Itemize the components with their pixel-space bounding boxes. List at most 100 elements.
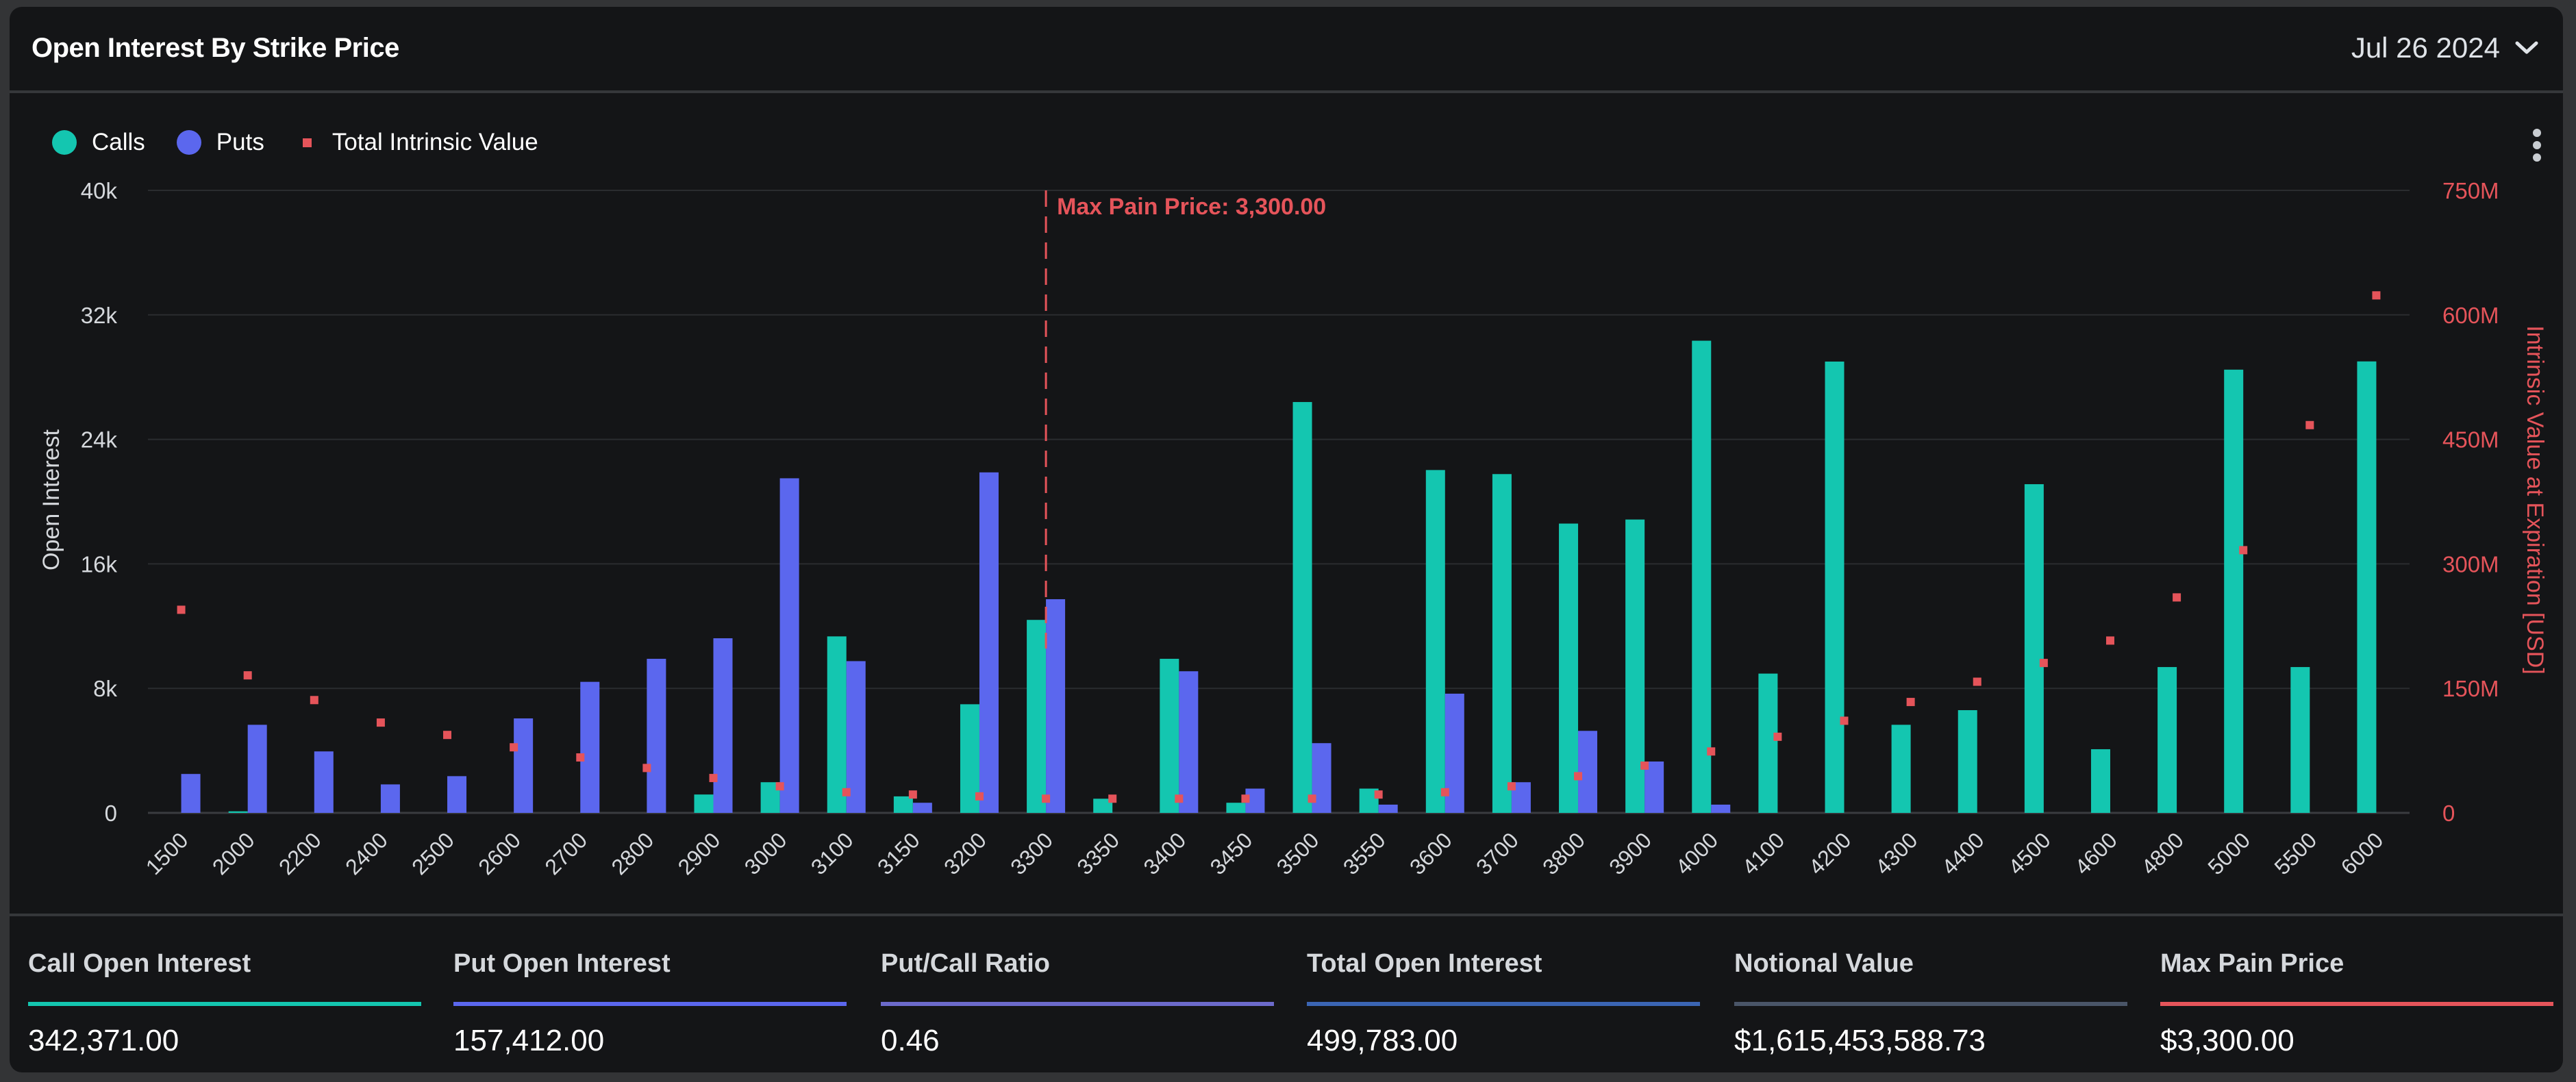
y-tick-label: 40k [81,178,118,203]
put-bar [247,725,267,813]
max-pain-annotation: Max Pain Price: 3,300.00 [1045,190,1326,649]
put-bar [713,638,733,813]
intrinsic-point [1175,794,1184,803]
intrinsic-point [2105,636,2114,645]
x-tick-label: 3500 [1272,827,1324,879]
call-bar [1958,710,1977,813]
call-bar [1226,803,1246,813]
x-tick-label: 3550 [1338,827,1390,879]
intrinsic-point [842,788,851,796]
y2-tick-label: 450M [2442,427,2499,453]
x-tick-label: 6000 [2336,827,2388,879]
intrinsic-point [2173,593,2181,602]
x-tick-label: 3350 [1072,827,1124,879]
stat-label: Put/Call Ratio [881,949,1051,978]
intrinsic-point [1574,772,1583,781]
stat-put-open-interest: Put Open Interest 157,412.00 [453,949,847,1058]
stat-value: 0.46 [881,1024,940,1057]
intrinsic-point [908,790,917,799]
x-tick-label: 4500 [2003,827,2055,879]
put-bar [1179,671,1199,813]
x-tick-label: 3100 [806,827,858,879]
put-bar [181,774,201,813]
x-tick-label: 2200 [274,827,326,879]
call-bar [1692,340,1712,813]
put-bar [1046,599,1066,813]
stat-label: Put Open Interest [453,949,671,978]
intrinsic-point [1042,794,1051,803]
stat-value: $3,300.00 [2160,1024,2294,1057]
x-tick-label: 2500 [407,827,459,879]
y2-axis-title: Intrinsic Value at Expiration [USD] [2522,325,2548,675]
intrinsic-point [775,782,784,791]
call-bar [228,811,248,813]
x-tick-label: 2900 [673,827,725,879]
intrinsic-point [1906,698,1915,707]
stat-put-call-ratio: Put/Call Ratio 0.46 [881,949,1274,1058]
call-bar [1027,620,1047,813]
call-bar [2224,369,2244,813]
stat-color-bar [1307,1002,1700,1006]
stat-color-bar [2160,1002,2553,1006]
x-tick-label: 3600 [1405,827,1457,879]
intrinsic-point [1640,762,1649,770]
x-tick-label: 2700 [540,827,592,879]
x-tick-label: 2400 [340,827,392,879]
call-bar [893,796,913,813]
call-bar [1425,470,1445,813]
call-bar [2090,749,2110,813]
intrinsic-point [510,743,518,752]
y2-tick-label: 0 [2442,801,2455,826]
x-tick-label: 4100 [1738,827,1790,879]
intrinsic-point [243,671,252,680]
intrinsic-point [1773,732,1782,741]
call-bar [1825,361,1845,813]
intrinsic-point [2372,291,2381,300]
call-bar [2158,667,2177,813]
call-bar [1758,673,1778,813]
y-tick-label: 32k [81,303,118,328]
call-bar [2357,361,2377,813]
x-tick-label: 1500 [141,827,193,879]
x-tick-label: 3400 [1138,827,1190,879]
intrinsic-point [642,764,651,772]
call-bar [1492,474,1512,813]
y-axis-right: 0 150M 300M 450M 600M 750M [2442,178,2499,826]
stat-value: 342,371.00 [28,1024,179,1057]
intrinsic-point [709,774,718,783]
y2-tick-label: 600M [2442,303,2499,328]
put-bar [647,659,666,813]
intrinsic-point [443,731,452,740]
call-bar [1891,725,1911,813]
intrinsic-point [1840,716,1849,725]
intrinsic-point [1707,747,1716,756]
x-tick-label: 5500 [2269,827,2321,879]
stat-label: Max Pain Price [2160,949,2344,978]
put-bar [1378,804,1398,813]
open-interest-chart: 0 8k 16k 24k 32k 40k 0 150M 300M 450M 600M 750M Op… [38,178,2548,879]
put-bar [380,784,400,813]
intrinsic-point [1507,782,1516,791]
x-tick-label: 4800 [2136,827,2188,879]
intrinsic-point [975,792,984,801]
intrinsic-point [1108,794,1117,803]
call-bar [694,794,714,813]
call-bar [1559,523,1579,813]
x-tick-label: 3450 [1205,827,1258,879]
max-pain-label: Max Pain Price: 3,300.00 [1057,194,1326,220]
call-bar [827,636,847,813]
y-tick-label: 0 [105,801,117,826]
put-bar [1578,731,1598,813]
call-bar [1292,402,1312,813]
intrinsic-point [1308,794,1316,803]
x-tick-label: 4600 [2070,827,2122,879]
stat-color-bar [453,1002,847,1006]
y-tick-label: 24k [81,427,118,453]
put-bar [314,751,334,813]
put-bar [580,681,600,813]
stat-value: $1,615,453,588.73 [1734,1024,1986,1057]
x-tick-label: 2600 [473,827,525,879]
intrinsic-points [177,291,2381,803]
stat-notional-value: Notional Value $1,615,453,588.73 [1734,949,2127,1058]
bars [181,340,2377,813]
